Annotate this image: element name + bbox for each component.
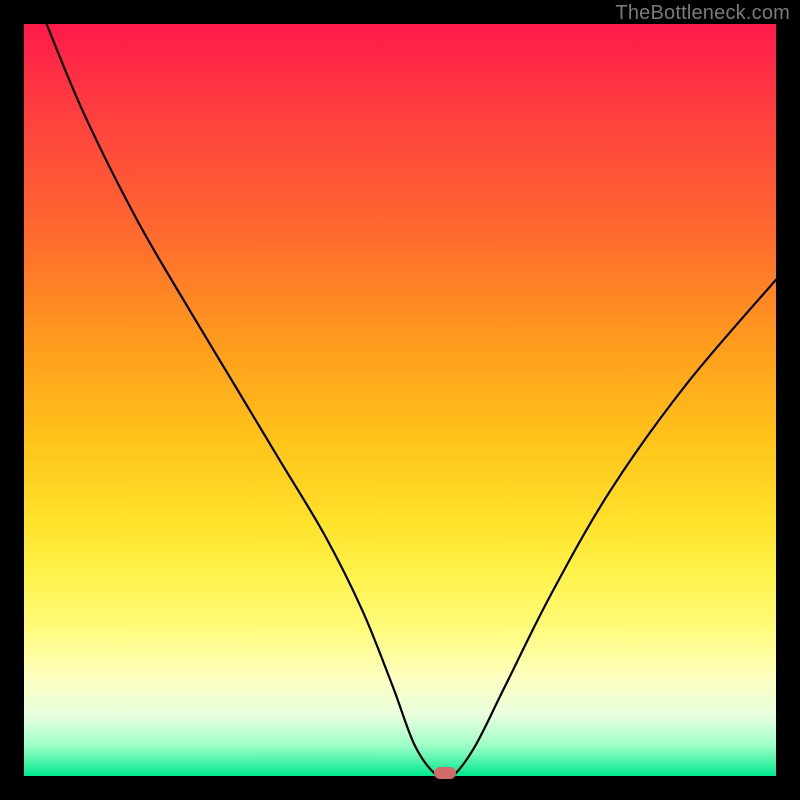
plot-area — [24, 24, 776, 776]
optimal-marker — [434, 767, 456, 779]
bottleneck-curve — [24, 24, 776, 776]
watermark-text: TheBottleneck.com — [615, 2, 790, 25]
chart-frame: TheBottleneck.com — [0, 0, 800, 800]
